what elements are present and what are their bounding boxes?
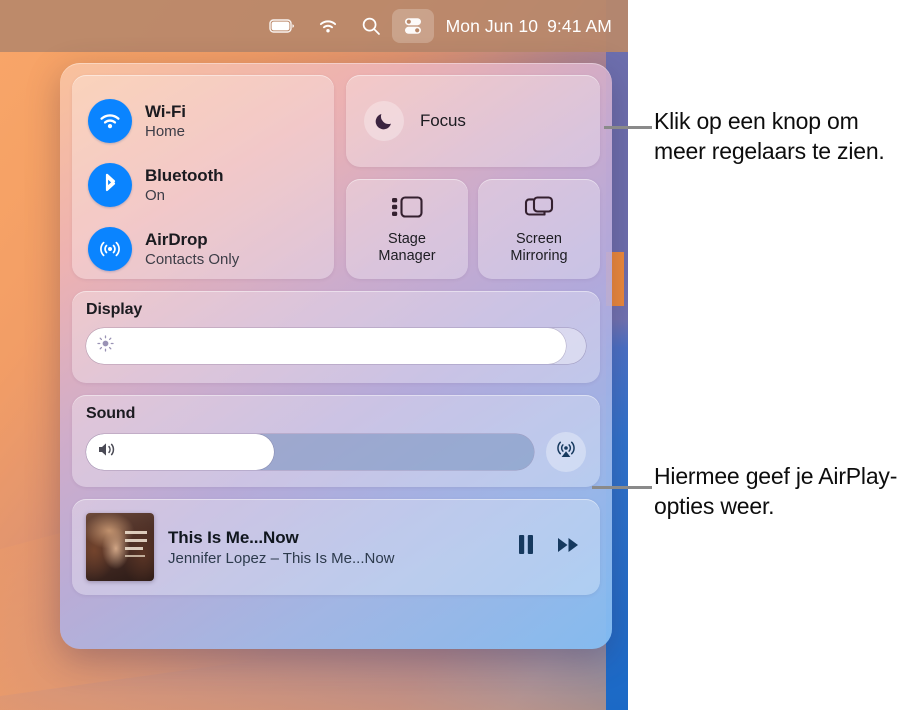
focus-tile[interactable]: Focus (346, 75, 600, 167)
wifi-status: Home (145, 122, 186, 140)
sound-tile: Sound (72, 395, 600, 487)
album-artwork (86, 513, 154, 581)
focus-label: Focus (420, 111, 466, 130)
wifi-icon (88, 99, 132, 143)
stage-manager-label: Stage Manager (378, 230, 436, 264)
display-slider-fill (86, 328, 566, 364)
airdrop-status: Contacts Only (145, 250, 240, 268)
moon-icon (364, 101, 404, 141)
sound-label: Sound (86, 405, 136, 422)
screen-mirroring-tile[interactable]: Screen Mirroring (478, 179, 600, 279)
menu-bar-date: Mon Jun 10 (445, 15, 539, 36)
sound-volume-slider[interactable] (86, 434, 534, 470)
bluetooth-title: Bluetooth (145, 166, 224, 186)
menu-bar-time: 9:41 AM (547, 15, 612, 36)
callout-leader-line (592, 486, 652, 489)
screen-mirroring-label: Screen Mirroring (510, 230, 568, 264)
bluetooth-status: On (145, 186, 166, 204)
fast-forward-button[interactable] (556, 535, 582, 560)
now-playing-subtitle: Jennifer Lopez – This Is Me...Now (168, 549, 395, 567)
screen-mirroring-icon (523, 194, 555, 225)
callout-leader-line (604, 126, 652, 129)
bluetooth-toggle[interactable]: Bluetooth On (72, 153, 334, 217)
wifi-icon[interactable] (306, 8, 350, 44)
stage-manager-tile[interactable]: Stage Manager (346, 179, 468, 279)
brightness-icon (97, 335, 114, 357)
display-brightness-slider[interactable] (86, 328, 586, 364)
control-center-icon[interactable] (391, 9, 434, 43)
connectivity-tile: Wi-Fi Home Bluetooth On AirDrop Contacts… (72, 75, 334, 279)
airplay-icon (554, 438, 578, 467)
pause-button[interactable] (516, 533, 536, 561)
battery-icon[interactable] (258, 8, 306, 44)
airplay-button[interactable] (546, 432, 586, 472)
bluetooth-icon (88, 163, 132, 207)
callout-focus-text: Klik op een knop om meer regelaars te zi… (654, 108, 885, 164)
screenshot-root: Mon Jun 10 9:41 AM Wi-Fi Home Bluetooth … (0, 0, 918, 710)
airdrop-icon (88, 227, 132, 271)
airdrop-toggle[interactable]: AirDrop Contacts Only (72, 217, 334, 281)
volume-icon (97, 441, 119, 463)
menu-bar-clock[interactable]: Mon Jun 10 9:41 AM (434, 16, 612, 37)
now-playing-title: This Is Me...Now (168, 527, 299, 547)
wifi-toggle[interactable]: Wi-Fi Home (72, 89, 334, 153)
display-tile: Display (72, 291, 600, 383)
control-center-panel: Wi-Fi Home Bluetooth On AirDrop Contacts… (60, 63, 612, 649)
menu-bar: Mon Jun 10 9:41 AM (0, 0, 628, 52)
wifi-title: Wi-Fi (145, 102, 186, 122)
search-icon[interactable] (350, 8, 392, 44)
stage-manager-icon (390, 194, 424, 225)
desktop-screenshot: Mon Jun 10 9:41 AM Wi-Fi Home Bluetooth … (0, 0, 628, 710)
callout-airplay-text: Hiermee geef je AirPlay-opties weer. (654, 463, 898, 519)
now-playing-tile: This Is Me...Now Jennifer Lopez – This I… (72, 499, 600, 595)
display-label: Display (86, 301, 143, 318)
airdrop-title: AirDrop (145, 230, 208, 250)
